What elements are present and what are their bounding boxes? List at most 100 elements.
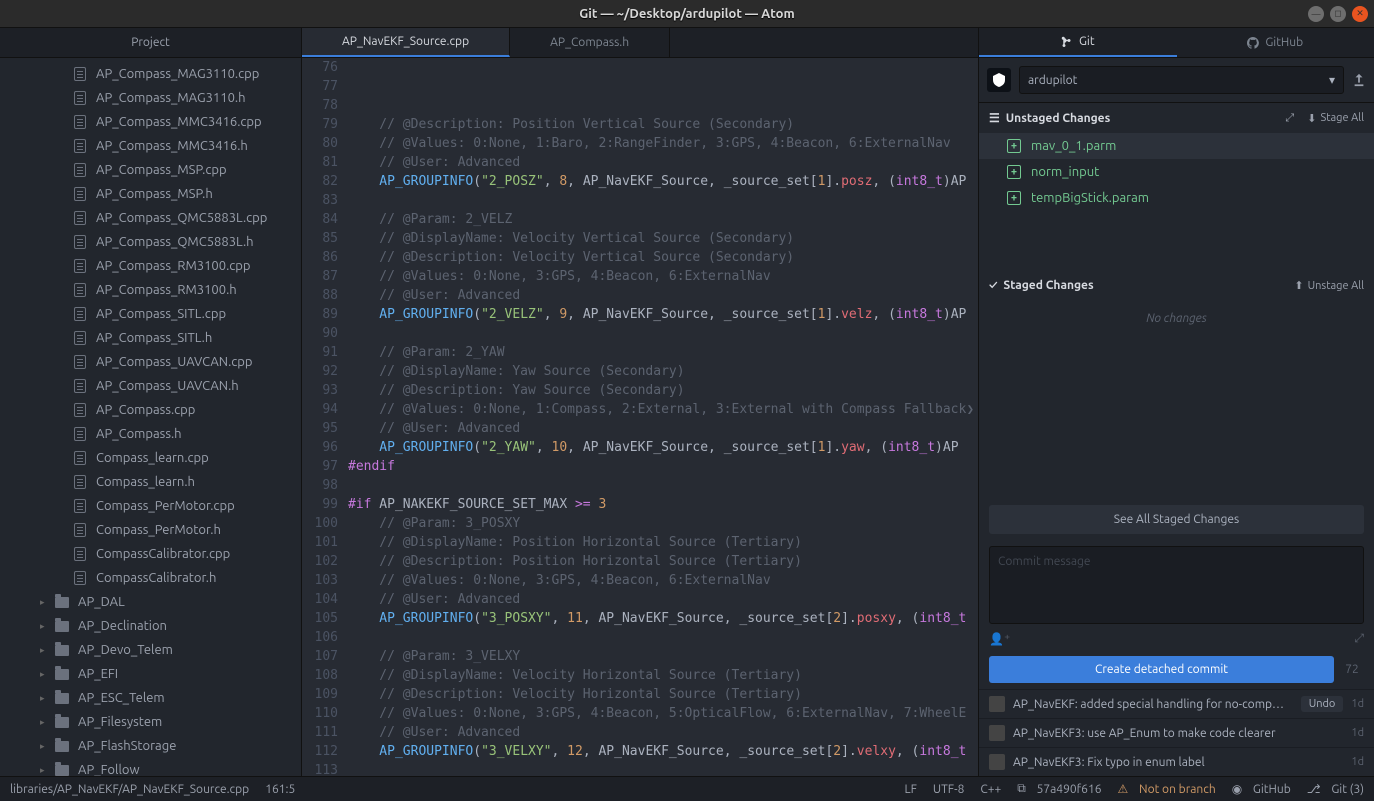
file-tree[interactable]: AP_Compass_MAG3110.cppAP_Compass_MAG3110… xyxy=(0,58,301,776)
editor-tab[interactable]: AP_Compass.h xyxy=(510,28,670,57)
code-line[interactable]: AP_GROUPINFO("3_POSXY", 11, AP_NavEKF_So… xyxy=(348,609,978,628)
file-item[interactable]: AP_Compass_UAVCAN.cpp xyxy=(0,350,301,374)
folder-item[interactable]: ▸AP_DAL xyxy=(0,590,301,614)
code-line[interactable]: // @Values: 0:None, 1:Compass, 2:Externa… xyxy=(348,400,978,419)
folder-item[interactable]: ▸AP_ESC_Telem xyxy=(0,686,301,710)
file-item[interactable]: AP_Compass_UAVCAN.h xyxy=(0,374,301,398)
file-item[interactable]: Compass_learn.cpp xyxy=(0,446,301,470)
code-line[interactable]: // @User: Advanced xyxy=(348,723,978,742)
code-line[interactable]: // @Description: Velocity Horizontal Sou… xyxy=(348,685,978,704)
code-line[interactable] xyxy=(348,191,978,210)
fold-arrow-icon[interactable]: ❯ xyxy=(967,400,974,419)
code-line[interactable]: // @Values: 0:None, 3:GPS, 4:Beacon, 6:E… xyxy=(348,267,978,286)
code-line[interactable]: // @Param: 3_VELXY xyxy=(348,647,978,666)
code-line[interactable]: #endif xyxy=(348,457,978,476)
file-item[interactable]: Compass_PerMotor.cpp xyxy=(0,494,301,518)
commit-message-input[interactable]: Commit message xyxy=(989,546,1364,624)
maximize-button[interactable]: ◻ xyxy=(1330,6,1346,22)
file-item[interactable]: Compass_PerMotor.h xyxy=(0,518,301,542)
code-line[interactable]: // @User: Advanced xyxy=(348,286,978,305)
status-lang[interactable]: C++ xyxy=(980,783,1001,796)
file-item[interactable]: AP_Compass_MMC3416.h xyxy=(0,134,301,158)
code-line[interactable]: // @DisplayName: Velocity Vertical Sourc… xyxy=(348,229,978,248)
status-enc[interactable]: UTF-8 xyxy=(933,783,964,796)
push-icon[interactable] xyxy=(1352,73,1366,87)
folder-item[interactable]: ▸AP_EFI xyxy=(0,662,301,686)
file-item[interactable]: AP_Compass_QMC5883L.h xyxy=(0,230,301,254)
undo-button[interactable]: Undo xyxy=(1301,696,1344,712)
folder-item[interactable]: ▸AP_Follow xyxy=(0,758,301,776)
status-github[interactable]: ◉ GitHub xyxy=(1232,782,1291,796)
file-item[interactable]: AP_Compass_MSP.h xyxy=(0,182,301,206)
status-commit[interactable]: ⧉ 57a490f616 xyxy=(1017,782,1101,796)
unstage-all-button[interactable]: ⬆ Unstage All xyxy=(1294,279,1364,292)
folder-item[interactable]: ▸AP_Devo_Telem xyxy=(0,638,301,662)
file-item[interactable]: AP_Compass.cpp xyxy=(0,398,301,422)
commit-button[interactable]: Create detached commit xyxy=(989,656,1334,683)
minimize-button[interactable]: — xyxy=(1308,6,1324,22)
code-line[interactable] xyxy=(348,628,978,647)
code-content[interactable]: ❯ // @Description: Position Vertical Sou… xyxy=(348,58,978,776)
file-item[interactable]: AP_Compass_MMC3416.cpp xyxy=(0,110,301,134)
code-line[interactable]: // @Values: 0:None, 3:GPS, 4:Beacon, 6:E… xyxy=(348,571,978,590)
recent-commit-item[interactable]: AP_NavEKF3: use AP_Enum to make code cle… xyxy=(979,718,1374,747)
code-line[interactable]: // @Param: 2_YAW xyxy=(348,343,978,362)
recent-commit-item[interactable]: AP_NavEKF3: Fix typo in enum label1d xyxy=(979,747,1374,776)
branch-select[interactable]: ardupilot ▾ xyxy=(1019,66,1344,94)
see-all-button[interactable]: See All Staged Changes xyxy=(989,505,1364,534)
stage-all-button[interactable]: ⤢ ⬇ Stage All xyxy=(1285,112,1364,125)
file-item[interactable]: AP_Compass_RM3100.cpp xyxy=(0,254,301,278)
code-line[interactable]: // @Description: Position Horizontal Sou… xyxy=(348,552,978,571)
folder-item[interactable]: ▸AP_FlashStorage xyxy=(0,734,301,758)
editor-tab[interactable]: AP_NavEKF_Source.cpp xyxy=(302,28,510,57)
unstaged-item[interactable]: +norm_input xyxy=(979,159,1374,185)
folder-item[interactable]: ▸AP_Filesystem xyxy=(0,710,301,734)
code-line[interactable]: // @Values: 0:None, 3:GPS, 4:Beacon, 5:O… xyxy=(348,704,978,723)
code-line[interactable]: #if AP_NAKEKF_SOURCE_SET_MAX >= 3 xyxy=(348,495,978,514)
unstaged-item[interactable]: +tempBigStick.param xyxy=(979,185,1374,211)
file-item[interactable]: CompassCalibrator.cpp xyxy=(0,542,301,566)
folder-item[interactable]: ▸AP_Declination xyxy=(0,614,301,638)
file-item[interactable]: AP_Compass_SITL.cpp xyxy=(0,302,301,326)
status-pos[interactable]: 161:5 xyxy=(265,783,295,796)
file-item[interactable]: AP_Compass_MAG3110.cpp xyxy=(0,62,301,86)
tab-git[interactable]: Git xyxy=(979,28,1177,57)
code-line[interactable]: // @User: Advanced xyxy=(348,153,978,172)
code-line[interactable]: // @DisplayName: Yaw Source (Secondary) xyxy=(348,362,978,381)
code-line[interactable]: // @DisplayName: Position Horizontal Sou… xyxy=(348,533,978,552)
editor-body[interactable]: 7677787980818283848586878889909192939495… xyxy=(302,58,978,776)
code-line[interactable]: // @Param: 2_VELZ xyxy=(348,210,978,229)
code-line[interactable]: // @Param: 3_POSXY xyxy=(348,514,978,533)
file-item[interactable]: AP_Compass_RM3100.h xyxy=(0,278,301,302)
status-lf[interactable]: LF xyxy=(904,783,916,796)
expand-icon[interactable]: ⤢ xyxy=(1354,632,1364,646)
code-line[interactable]: AP_GROUPINFO("2_POSZ", 8, AP_NavEKF_Sour… xyxy=(348,172,978,191)
code-line[interactable]: AP_GROUPINFO("2_VELZ", 9, AP_NavEKF_Sour… xyxy=(348,305,978,324)
file-item[interactable]: Compass_learn.h xyxy=(0,470,301,494)
status-branch[interactable]: ⚠ Not on branch xyxy=(1117,782,1215,796)
code-line[interactable]: // @DisplayName: Velocity Horizontal Sou… xyxy=(348,666,978,685)
code-line[interactable]: // @Values: 0:None, 1:Baro, 2:RangeFinde… xyxy=(348,134,978,153)
recent-commit-item[interactable]: AP_NavEKF: added special handling for no… xyxy=(979,689,1374,718)
file-item[interactable]: AP_Compass.h xyxy=(0,422,301,446)
file-item[interactable]: AP_Compass_QMC5883L.cpp xyxy=(0,206,301,230)
code-line[interactable]: AP_GROUPINFO("2_YAW", 10, AP_NavEKF_Sour… xyxy=(348,438,978,457)
code-line[interactable]: // @User: Advanced xyxy=(348,419,978,438)
code-line[interactable]: // @User: Advanced xyxy=(348,590,978,609)
file-item[interactable]: AP_Compass_MAG3110.h xyxy=(0,86,301,110)
code-line[interactable] xyxy=(348,476,978,495)
code-line[interactable]: AP_GROUPINFO("3_VELXY", 12, AP_NavEKF_So… xyxy=(348,742,978,761)
close-button[interactable]: ✕ xyxy=(1352,6,1368,22)
file-item[interactable]: AP_Compass_MSP.cpp xyxy=(0,158,301,182)
code-line[interactable]: // @Description: Yaw Source (Secondary) xyxy=(348,381,978,400)
status-path[interactable]: libraries/AP_NavEKF/AP_NavEKF_Source.cpp xyxy=(10,783,249,796)
tab-github[interactable]: GitHub xyxy=(1177,28,1374,57)
status-git[interactable]: ⎇ Git (3) xyxy=(1307,782,1364,796)
code-line[interactable] xyxy=(348,324,978,343)
file-item[interactable]: CompassCalibrator.h xyxy=(0,566,301,590)
coauthor-icon[interactable]: 👤⁺ xyxy=(989,632,1010,646)
unstaged-item[interactable]: +mav_0_1.parm xyxy=(979,133,1374,159)
code-line[interactable]: // @Description: Position Vertical Sourc… xyxy=(348,115,978,134)
code-line[interactable]: // @Description: Velocity Vertical Sourc… xyxy=(348,248,978,267)
code-line[interactable] xyxy=(348,761,978,776)
